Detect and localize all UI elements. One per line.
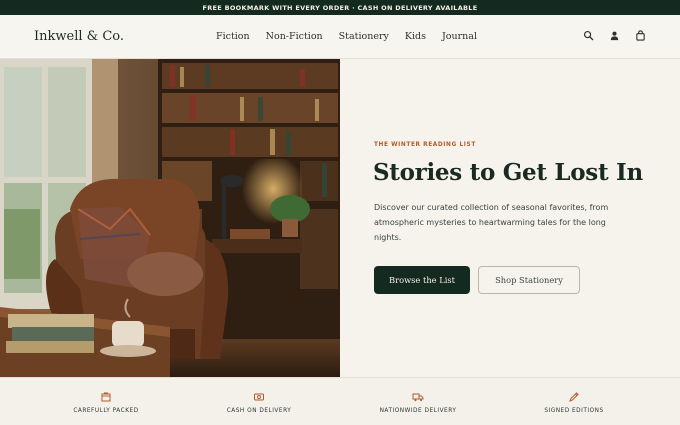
main-nav: Fiction Non-Fiction Stationery Kids Jour… — [216, 31, 477, 42]
header-icons — [583, 30, 646, 41]
feature-label: SIGNED EDITIONS — [544, 408, 604, 414]
hero-image — [0, 59, 340, 377]
hero-headline: Stories to Get Lost In — [373, 159, 643, 186]
nav-non-fiction[interactable]: Non-Fiction — [266, 31, 323, 42]
shop-stationery-button[interactable]: Shop Stationery — [478, 266, 580, 294]
announcement-bar: FREE BOOKMARK WITH EVERY ORDER · CASH ON… — [0, 0, 680, 15]
search-icon[interactable] — [583, 30, 594, 41]
feature-signed: SIGNED EDITIONS — [499, 378, 649, 425]
hero-subcopy: Discover our curated collection of seaso… — [374, 203, 609, 242]
package-icon — [100, 391, 112, 403]
feature-strip: CAREFULLY PACKED CASH ON DELIVERY NATION… — [0, 377, 680, 425]
hero-copy: THE WINTER READING LIST Stories to Get L… — [340, 59, 680, 377]
pen-icon — [568, 391, 580, 403]
announcement-text: FREE BOOKMARK WITH EVERY ORDER · CASH ON… — [202, 3, 478, 12]
nav-journal[interactable]: Journal — [442, 31, 477, 42]
feature-label: CAREFULLY PACKED — [73, 408, 139, 414]
logo[interactable]: Inkwell & Co. — [34, 29, 124, 44]
cart-icon[interactable] — [635, 30, 646, 41]
cash-icon — [253, 391, 265, 403]
feature-packed: CAREFULLY PACKED — [31, 378, 181, 425]
hero-eyebrow: THE WINTER READING LIST — [374, 142, 476, 148]
feature-label: CASH ON DELIVERY — [226, 408, 292, 414]
account-icon[interactable] — [609, 30, 620, 41]
nav-kids[interactable]: Kids — [405, 31, 426, 42]
site-header: Inkwell & Co. Fiction Non-Fiction Statio… — [0, 15, 680, 59]
feature-label: NATIONWIDE DELIVERY — [379, 408, 457, 414]
nav-fiction[interactable]: Fiction — [216, 31, 250, 42]
feature-delivery: NATIONWIDE DELIVERY — [343, 378, 493, 425]
nav-stationery[interactable]: Stationery — [339, 31, 389, 42]
browse-list-button[interactable]: Browse the List — [374, 266, 470, 294]
truck-icon — [412, 391, 424, 403]
feature-cod: CASH ON DELIVERY — [184, 378, 334, 425]
